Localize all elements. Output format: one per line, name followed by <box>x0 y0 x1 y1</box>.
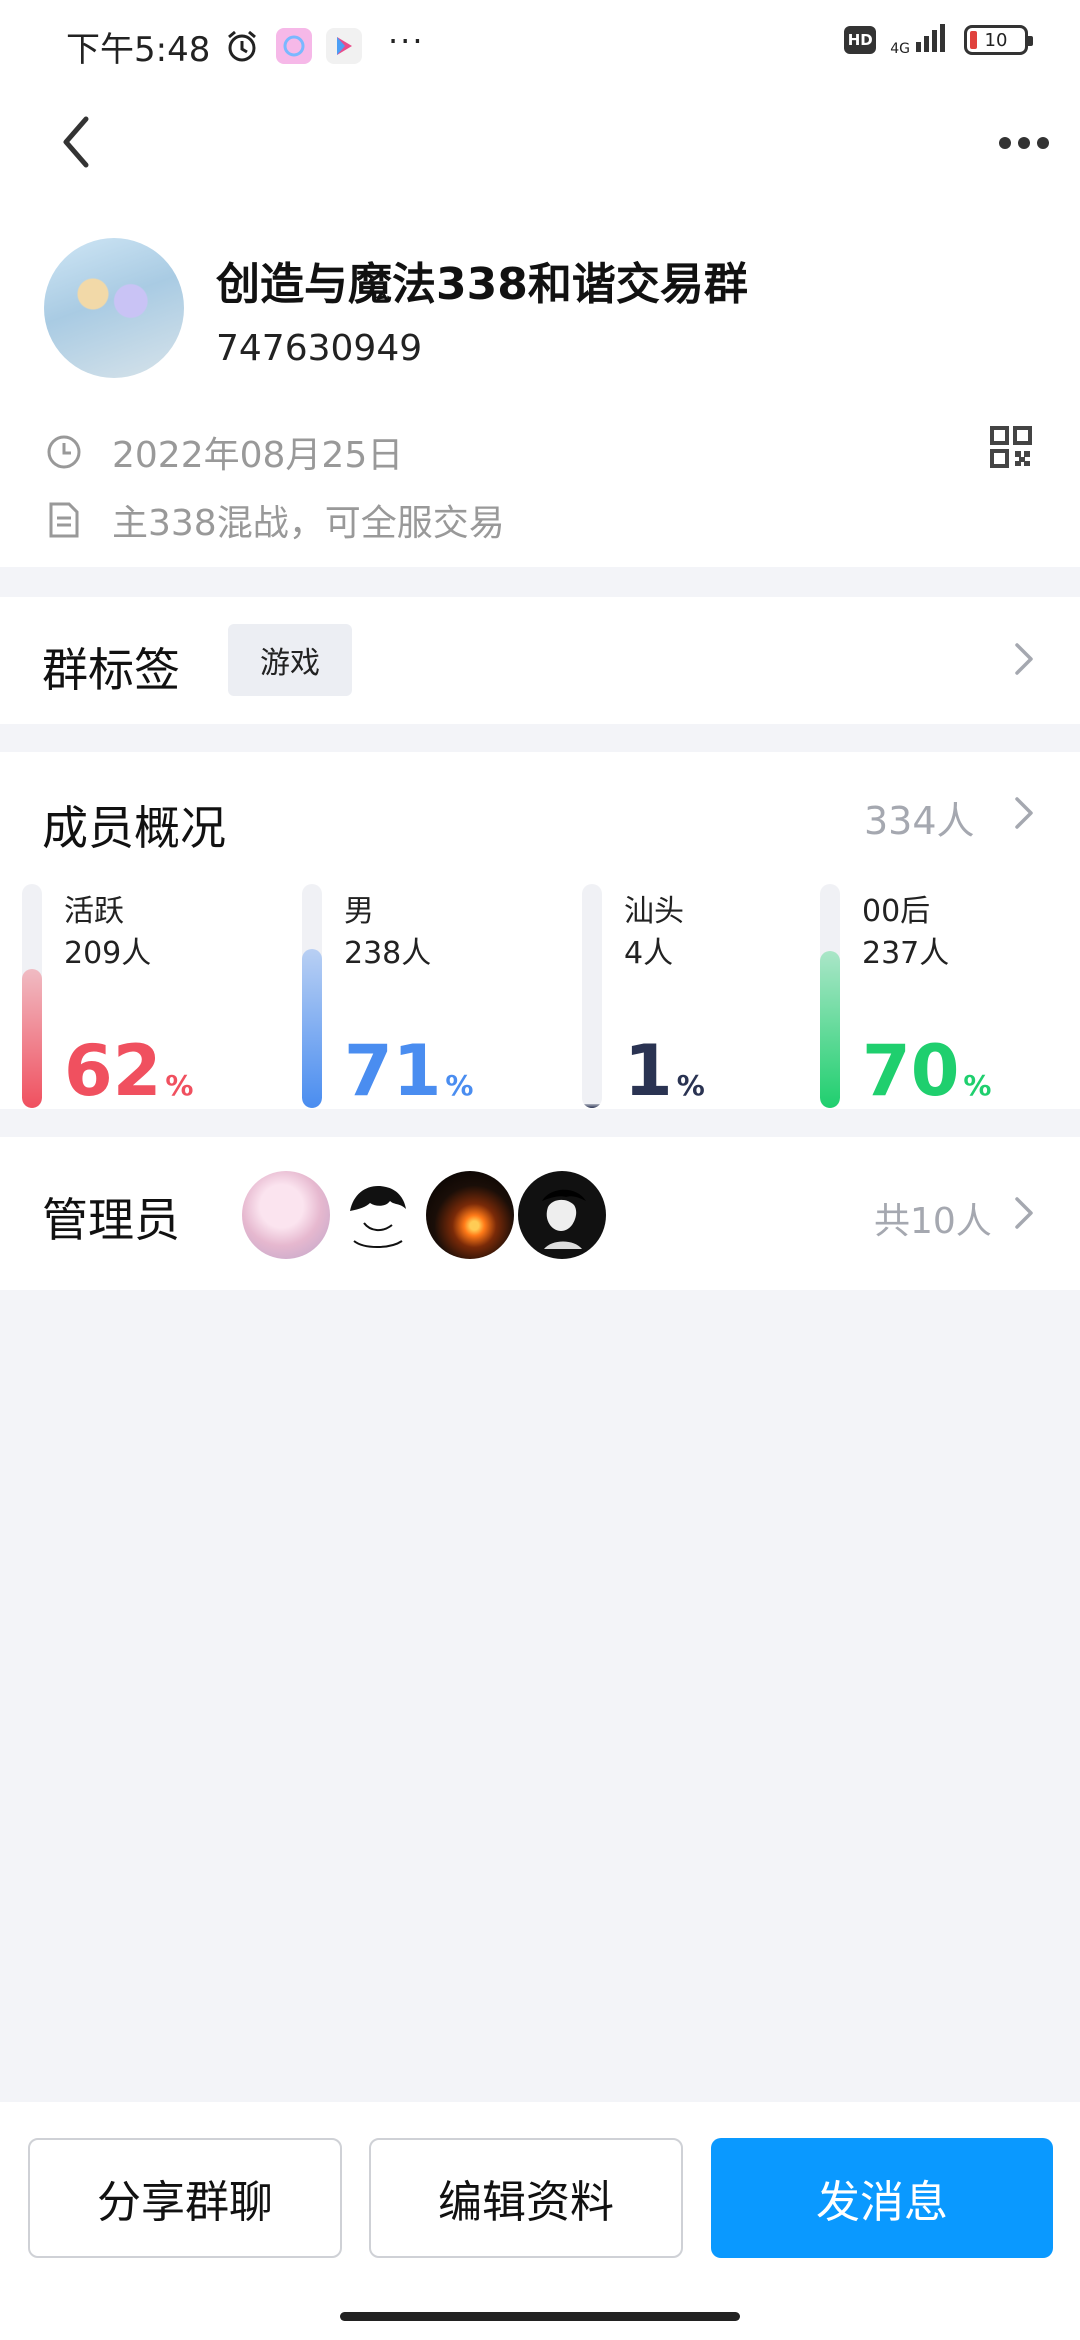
stat-count: 4人 <box>624 936 674 971</box>
more-horizontal-icon <box>999 137 1049 149</box>
back-button[interactable] <box>48 112 104 172</box>
group-description: 主338混战，可全服交易 <box>112 503 505 544</box>
stat-label: 汕头 <box>624 894 684 929</box>
stat-label: 活跃 <box>64 894 124 929</box>
alarm-icon <box>224 28 260 64</box>
more-notifications-label: ··· <box>388 22 425 60</box>
battery-icon: 10 <box>964 25 1033 55</box>
signal-group: 4G <box>890 24 950 56</box>
more-button[interactable] <box>996 126 1052 160</box>
stat-percent: 62% <box>64 1030 194 1112</box>
admin-avatar[interactable] <box>334 1171 422 1259</box>
stat-percent: 70% <box>862 1030 992 1112</box>
status-right-cluster: HD 4G 10 <box>844 24 1033 56</box>
document-icon <box>44 500 84 540</box>
tag-chip[interactable]: 游戏 <box>228 624 352 696</box>
stat-count: 238人 <box>344 936 432 971</box>
stat-track <box>582 884 602 1108</box>
admin-avatar[interactable] <box>426 1171 514 1259</box>
members-total: 334人 <box>864 799 975 843</box>
tags-chevron-icon <box>1014 642 1034 680</box>
stat-label: 00后 <box>862 894 931 929</box>
admins-title: 管理员 <box>42 1193 180 1247</box>
tags-title: 群标签 <box>42 643 180 697</box>
qr-code-button[interactable] <box>990 426 1032 468</box>
battery-level: 10 <box>984 29 1008 51</box>
play-store-icon <box>326 28 362 64</box>
group-name: 创造与魔法338和谐交易群 <box>216 259 748 310</box>
stat-track <box>22 884 42 1108</box>
edit-profile-button[interactable]: 编辑资料 <box>369 2138 683 2258</box>
qr-code-icon <box>990 426 1032 468</box>
stat-fill <box>302 949 322 1108</box>
members-title: 成员概况 <box>42 801 226 855</box>
stat-label: 男 <box>344 894 374 929</box>
status-time: 下午5:48 <box>66 30 211 70</box>
home-indicator[interactable] <box>340 2312 740 2321</box>
stat-count: 237人 <box>862 936 950 971</box>
signal-icon <box>914 24 950 56</box>
created-date: 2022年08月25日 <box>112 435 404 476</box>
description-row: 主338混战，可全服交易 <box>44 494 505 546</box>
send-message-button[interactable]: 发消息 <box>711 2138 1053 2258</box>
admin-avatar[interactable] <box>518 1171 606 1259</box>
group-avatar[interactable] <box>44 238 184 378</box>
stat-track <box>302 884 322 1108</box>
created-date-row: 2022年08月25日 <box>44 426 403 478</box>
members-chevron-icon <box>1014 796 1034 834</box>
stat-track <box>820 884 840 1108</box>
battery-fill <box>970 31 977 49</box>
group-id: 747630949 <box>216 328 423 369</box>
admins-total: 共10人 <box>874 1201 992 1242</box>
chevron-left-icon <box>63 116 89 168</box>
nav-bar <box>0 95 1080 195</box>
network-label: 4G <box>890 41 910 57</box>
clock-icon <box>44 432 84 472</box>
app-notification-icon <box>276 28 312 64</box>
hd-badge: HD <box>844 26 877 54</box>
stat-percent: 71% <box>344 1030 474 1112</box>
stat-count: 209人 <box>64 936 152 971</box>
share-group-button[interactable]: 分享群聊 <box>28 2138 342 2258</box>
admins-chevron-icon <box>1014 1196 1034 1234</box>
stat-fill <box>820 951 840 1108</box>
stat-fill <box>22 969 42 1108</box>
stat-fill <box>582 1104 602 1108</box>
stat-percent: 1% <box>624 1030 705 1112</box>
admin-avatar[interactable] <box>242 1171 330 1259</box>
